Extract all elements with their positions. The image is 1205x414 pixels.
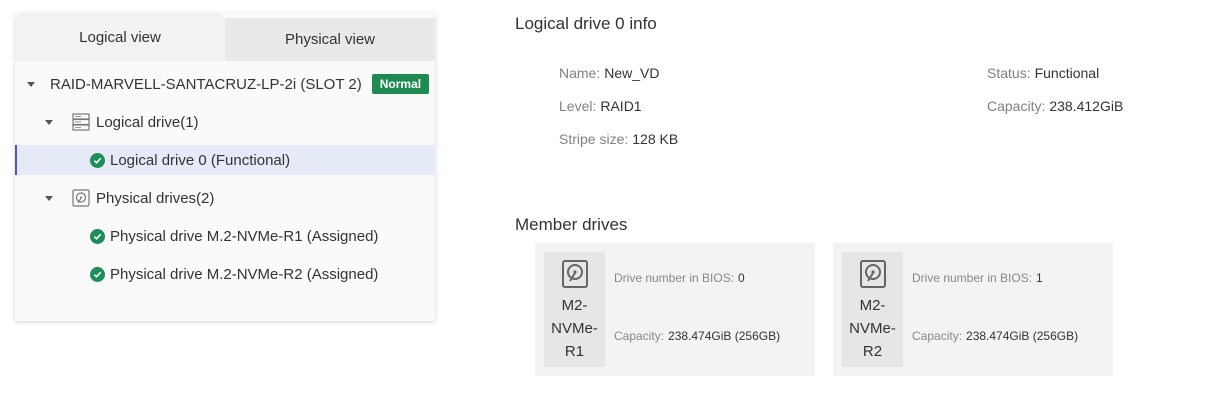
info-stripe: Stripe size: 128 KB: [559, 131, 678, 147]
member-drives-title: Member drives: [515, 215, 628, 234]
caret-down-icon[interactable]: [45, 195, 53, 201]
disk-icon: [859, 260, 886, 288]
tree-node-logical-drive-0[interactable]: Logical drive 0 (Functional): [15, 145, 435, 175]
drive-capacity-label: Capacity:: [912, 329, 963, 343]
drive-capacity-label: Capacity:: [614, 329, 665, 343]
info-status-value: Functional: [1034, 65, 1100, 81]
info-status: Status: Functional: [987, 65, 1099, 81]
disk-icon: [72, 189, 90, 207]
tree-node-logical-drives[interactable]: Logical drive(1): [15, 107, 435, 137]
physical-drive-r2-label: Physical drive M.2-NVMe-R2 (Assigned): [110, 265, 379, 283]
caret-down-icon[interactable]: [45, 119, 53, 125]
tree-node-physical-drive-r1[interactable]: Physical drive M.2-NVMe-R1 (Assigned): [15, 221, 435, 251]
physical-drive-r1-label: Physical drive M.2-NVMe-R1 (Assigned): [110, 227, 379, 245]
drive-name: M2-NVMe-R1: [551, 297, 598, 360]
drive-name: M2-NVMe-R2: [849, 297, 896, 360]
info-level-label: Level:: [559, 98, 597, 114]
logical-drive-0-label: Logical drive 0 (Functional): [110, 151, 291, 169]
server-stack-icon: [72, 113, 90, 131]
tab-logical-view[interactable]: Logical view: [15, 13, 225, 61]
drive-capacity: Capacity: 238.474GiB (256GB): [614, 329, 780, 343]
disk-icon: [561, 260, 588, 288]
drive-capacity-value: 238.474GiB (256GB): [966, 329, 1079, 343]
info-stripe-value: 128 KB: [632, 131, 679, 147]
check-circle-icon: [90, 152, 105, 168]
drive-tile: M2-NVMe-R1: [544, 252, 605, 367]
drive-capacity: Capacity: 238.474GiB (256GB): [912, 329, 1078, 343]
tree-node-controller[interactable]: RAID-MARVELL-SANTACRUZ-LP-2i (SLOT 2) No…: [15, 69, 435, 99]
info-name-label: Name:: [559, 65, 601, 81]
logical-group-label: Logical drive(1): [96, 113, 199, 131]
drive-bios: Drive number in BIOS: 0: [614, 271, 745, 285]
member-drive-card-r2[interactable]: M2-NVMe-R2 Drive number in BIOS: 1 Capac…: [833, 243, 1113, 376]
info-title: Logical drive 0 info: [515, 14, 657, 33]
info-capacity: Capacity: 238.412GiB: [987, 98, 1123, 114]
info-stripe-label: Stripe size:: [559, 131, 629, 147]
drive-tile: M2-NVMe-R2: [842, 252, 903, 367]
info-status-label: Status:: [987, 65, 1031, 81]
check-circle-icon: [90, 266, 105, 282]
drive-capacity-value: 238.474GiB (256GB): [668, 329, 781, 343]
info-name-value: New_VD: [604, 65, 660, 81]
info-name: Name: New_VD: [559, 65, 659, 81]
info-level-value: RAID1: [600, 98, 642, 114]
drive-bios-value: 0: [738, 271, 745, 285]
drive-bios: Drive number in BIOS: 1: [912, 271, 1043, 285]
tree-node-physical-drives[interactable]: Physical drives(2): [15, 183, 435, 213]
drive-bios-label: Drive number in BIOS:: [912, 271, 1033, 285]
info-capacity-value: 238.412GiB: [1049, 98, 1124, 114]
caret-down-icon[interactable]: [27, 81, 35, 87]
member-drive-card-r1[interactable]: M2-NVMe-R1 Drive number in BIOS: 0 Capac…: [535, 243, 815, 376]
check-circle-icon: [90, 228, 105, 244]
drive-bios-label: Drive number in BIOS:: [614, 271, 735, 285]
status-badge: Normal: [371, 74, 430, 94]
view-tabs: Logical view Physical view: [15, 13, 435, 61]
info-capacity-label: Capacity:: [987, 98, 1046, 114]
physical-group-label: Physical drives(2): [96, 189, 215, 207]
drive-bios-value: 1: [1036, 271, 1043, 285]
tree-node-physical-drive-r2[interactable]: Physical drive M.2-NVMe-R2 (Assigned): [15, 259, 435, 289]
tab-physical-view[interactable]: Physical view: [225, 18, 435, 61]
raid-tree-panel: Logical view Physical view RAID-MARVELL-…: [15, 13, 435, 321]
info-level: Level: RAID1: [559, 98, 642, 114]
controller-label: RAID-MARVELL-SANTACRUZ-LP-2i (SLOT 2): [50, 75, 362, 93]
